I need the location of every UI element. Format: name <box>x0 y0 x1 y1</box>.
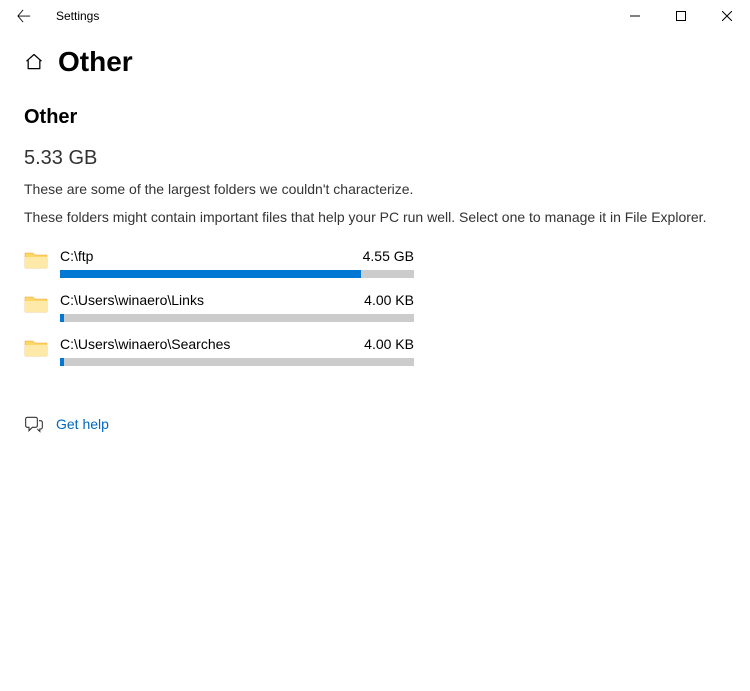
minimize-icon <box>630 11 640 21</box>
folder-item[interactable]: C:\Users\winaero\Links 4.00 KB <box>24 286 414 330</box>
minimize-button[interactable] <box>612 0 658 32</box>
help-section: Get help <box>24 414 726 434</box>
storage-bar-fill <box>60 270 361 278</box>
folder-size: 4.00 KB <box>364 336 414 352</box>
storage-bar <box>60 358 414 366</box>
section-title: Other <box>24 106 726 129</box>
maximize-button[interactable] <box>658 0 704 32</box>
folder-path: C:\ftp <box>60 248 93 264</box>
folder-path: C:\Users\winaero\Searches <box>60 336 230 352</box>
folder-icon <box>24 338 48 358</box>
home-icon[interactable] <box>24 52 44 72</box>
description-line-1: These are some of the largest folders we… <box>24 180 726 198</box>
get-help-link[interactable]: Get help <box>56 416 109 432</box>
titlebar: Settings <box>0 0 750 32</box>
storage-bar <box>60 270 414 278</box>
folder-item[interactable]: C:\Users\winaero\Searches 4.00 KB <box>24 330 414 374</box>
arrow-left-icon <box>17 9 31 23</box>
folder-icon <box>24 250 48 270</box>
page-title: Other <box>58 46 133 78</box>
storage-bar-fill <box>60 358 64 366</box>
close-icon <box>722 11 732 21</box>
back-button[interactable] <box>8 0 40 32</box>
window-controls <box>612 0 750 32</box>
folder-item[interactable]: C:\ftp 4.55 GB <box>24 242 414 286</box>
folder-list: C:\ftp 4.55 GB C:\Users\winaero\Links 4.… <box>24 242 414 374</box>
folder-path: C:\Users\winaero\Links <box>60 292 204 308</box>
description-line-2: These folders might contain important fi… <box>24 208 726 226</box>
folder-content: C:\Users\winaero\Links 4.00 KB <box>60 292 414 322</box>
window-title: Settings <box>56 9 99 23</box>
chat-help-icon <box>24 414 44 434</box>
storage-bar-fill <box>60 314 64 322</box>
close-button[interactable] <box>704 0 750 32</box>
folder-size: 4.55 GB <box>363 248 414 264</box>
maximize-icon <box>676 11 686 21</box>
page-header: Other <box>24 46 726 78</box>
content-area: Other Other 5.33 GB These are some of th… <box>0 32 750 434</box>
total-size: 5.33 GB <box>24 147 726 170</box>
folder-size: 4.00 KB <box>364 292 414 308</box>
folder-icon <box>24 294 48 314</box>
storage-bar <box>60 314 414 322</box>
folder-content: C:\ftp 4.55 GB <box>60 248 414 278</box>
folder-content: C:\Users\winaero\Searches 4.00 KB <box>60 336 414 366</box>
